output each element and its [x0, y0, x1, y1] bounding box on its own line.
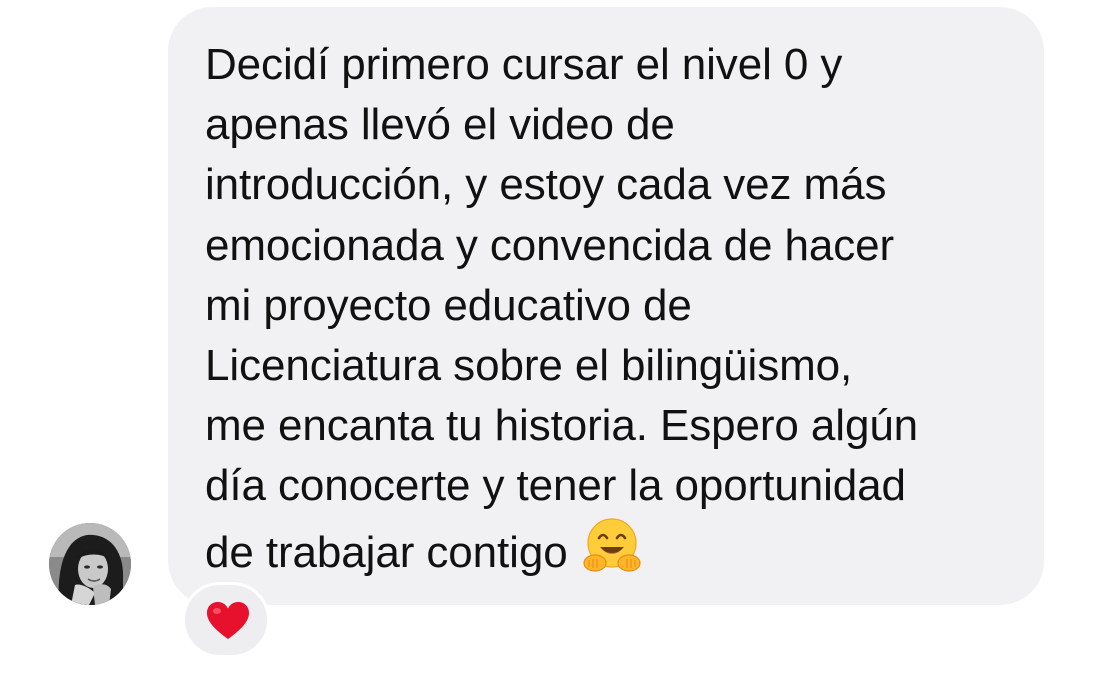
message-line-3: introducción, y estoy cada vez más [205, 160, 887, 210]
message-line-9: de trabajar contigo [205, 517, 1014, 591]
avatar-photo [49, 523, 131, 605]
message-line-2: apenas llevó el video de [205, 100, 675, 150]
message-line-7: me encanta tu historia. Espero algún [205, 401, 919, 451]
reaction-badge[interactable] [182, 582, 270, 658]
message-line-1: Decidí primero cursar el nivel 0 y [205, 40, 843, 89]
message-bubble[interactable]: Decidí primero cursar el nivel 0 y apena… [168, 7, 1044, 605]
message-line-5: mi proyecto educativo de [205, 280, 692, 330]
red-heart-icon [207, 602, 249, 639]
hugging-face-icon [582, 517, 642, 591]
sender-avatar[interactable] [49, 523, 131, 605]
message-line-4: emocionada y convencida de hacer [205, 220, 895, 270]
message-line-8: día conocerte y tener la oportunidad [205, 461, 906, 511]
message-line-9-text: de trabajar contigo [205, 527, 568, 577]
message-line-6: Licenciatura sobre el bilingüismo, [205, 341, 853, 391]
